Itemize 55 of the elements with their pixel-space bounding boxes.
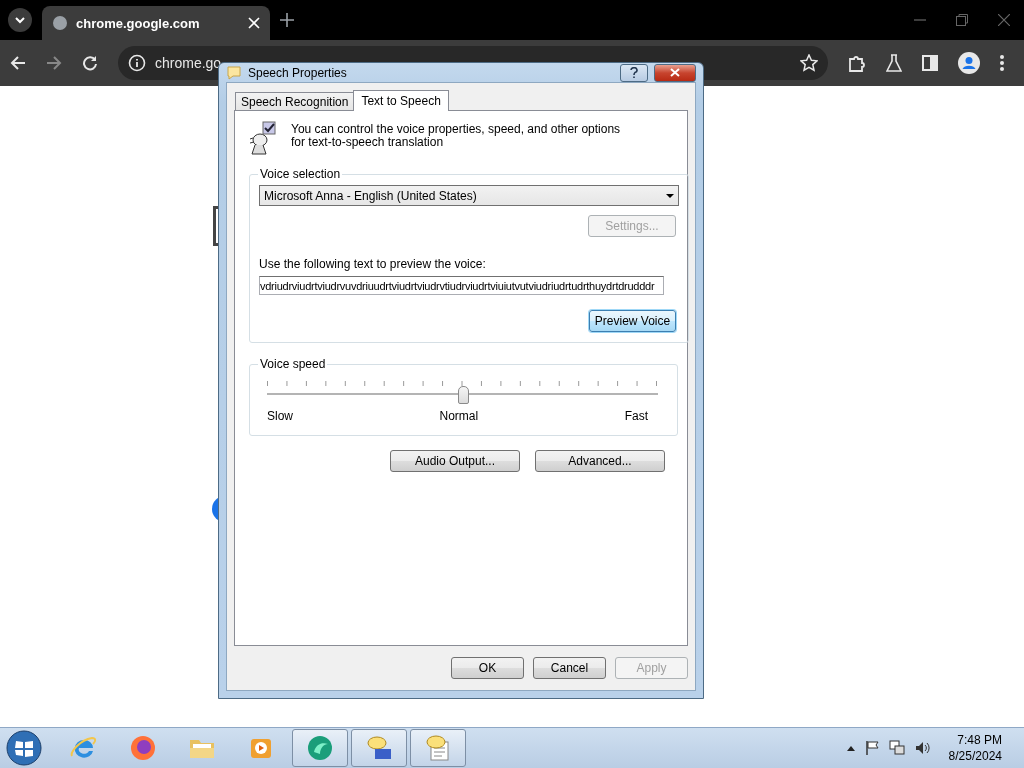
address-text: chrome.go [155, 55, 222, 71]
slider-label: Fast [624, 409, 648, 423]
network-icon[interactable] [888, 740, 905, 756]
flag-icon[interactable] [864, 741, 879, 755]
extensions-icon[interactable] [848, 54, 866, 72]
dialog-button[interactable]: Audio Output... [390, 450, 520, 472]
group-label: Voice speed [259, 357, 327, 371]
tab[interactable]: Text to Speech [353, 90, 449, 111]
up-arrow-icon[interactable] [846, 745, 855, 751]
clock[interactable]: 7:48 PM 8/25/2024 [948, 732, 1002, 764]
back-icon[interactable] [10, 55, 26, 71]
forward-icon[interactable] [46, 55, 62, 71]
slider-label: Slow [267, 409, 293, 423]
dialog-button[interactable]: OK [451, 657, 524, 679]
speaker-icon[interactable] [914, 741, 931, 755]
taskbar-button[interactable] [351, 729, 407, 767]
note-bubble-icon [424, 734, 452, 762]
swirl-icon [306, 734, 334, 762]
speech-bubble-icon [226, 64, 242, 81]
new-tab-icon[interactable] [280, 13, 294, 27]
help-button[interactable] [620, 63, 648, 82]
group-label: Voice selection [259, 167, 342, 181]
close-button[interactable] [654, 63, 696, 82]
tab[interactable]: Speech Recognition [235, 92, 355, 110]
start-orb-icon[interactable] [6, 730, 42, 766]
taskbar-button[interactable] [292, 729, 348, 767]
browser-tab[interactable]: chrome.google.com [42, 6, 270, 40]
slider-thumb[interactable] [457, 386, 469, 404]
side-panel-icon[interactable] [922, 55, 938, 71]
slider-label: Normal [439, 409, 479, 423]
flask-icon[interactable] [886, 54, 902, 72]
tab-search-icon[interactable] [8, 8, 32, 32]
dialog-button[interactable]: Preview Voice [589, 310, 676, 332]
time-text: 7:48 PM [957, 732, 1002, 748]
fox-browser-icon [129, 734, 157, 762]
description-text: You can control the voice properties, speed, and other options for text-to-speech translation [291, 121, 621, 149]
restore-icon[interactable] [956, 14, 968, 26]
dialog-title: Speech Properties [248, 65, 348, 80]
date-text: 8/25/2024 [948, 748, 1002, 764]
preview-text-field[interactable]: vdriudrviudrtviudrvuvdriuudrtviudrtviudrvtiudrviudrtviuiutvutviudriudrtudrthuydrtdrudddr [259, 276, 664, 295]
voice-dropdown[interactable]: Microsoft Anna - English (United States) [259, 185, 679, 206]
avatar-icon[interactable] [958, 52, 980, 74]
dialog-button[interactable]: Advanced... [535, 450, 665, 472]
speech-bubble-icon [365, 734, 393, 762]
reload-icon[interactable] [82, 55, 98, 71]
question-icon [630, 67, 638, 78]
star-icon[interactable] [800, 54, 818, 72]
globe-icon [52, 15, 68, 31]
dropdown-arrow-icon [666, 193, 674, 198]
dialog-button[interactable]: Cancel [533, 657, 606, 679]
info-icon [128, 54, 146, 72]
menu-icon[interactable] [1000, 55, 1004, 71]
taskbar-button[interactable] [410, 729, 466, 767]
field-label: Use the following text to preview the voice: [259, 257, 487, 271]
close-icon [670, 68, 680, 77]
